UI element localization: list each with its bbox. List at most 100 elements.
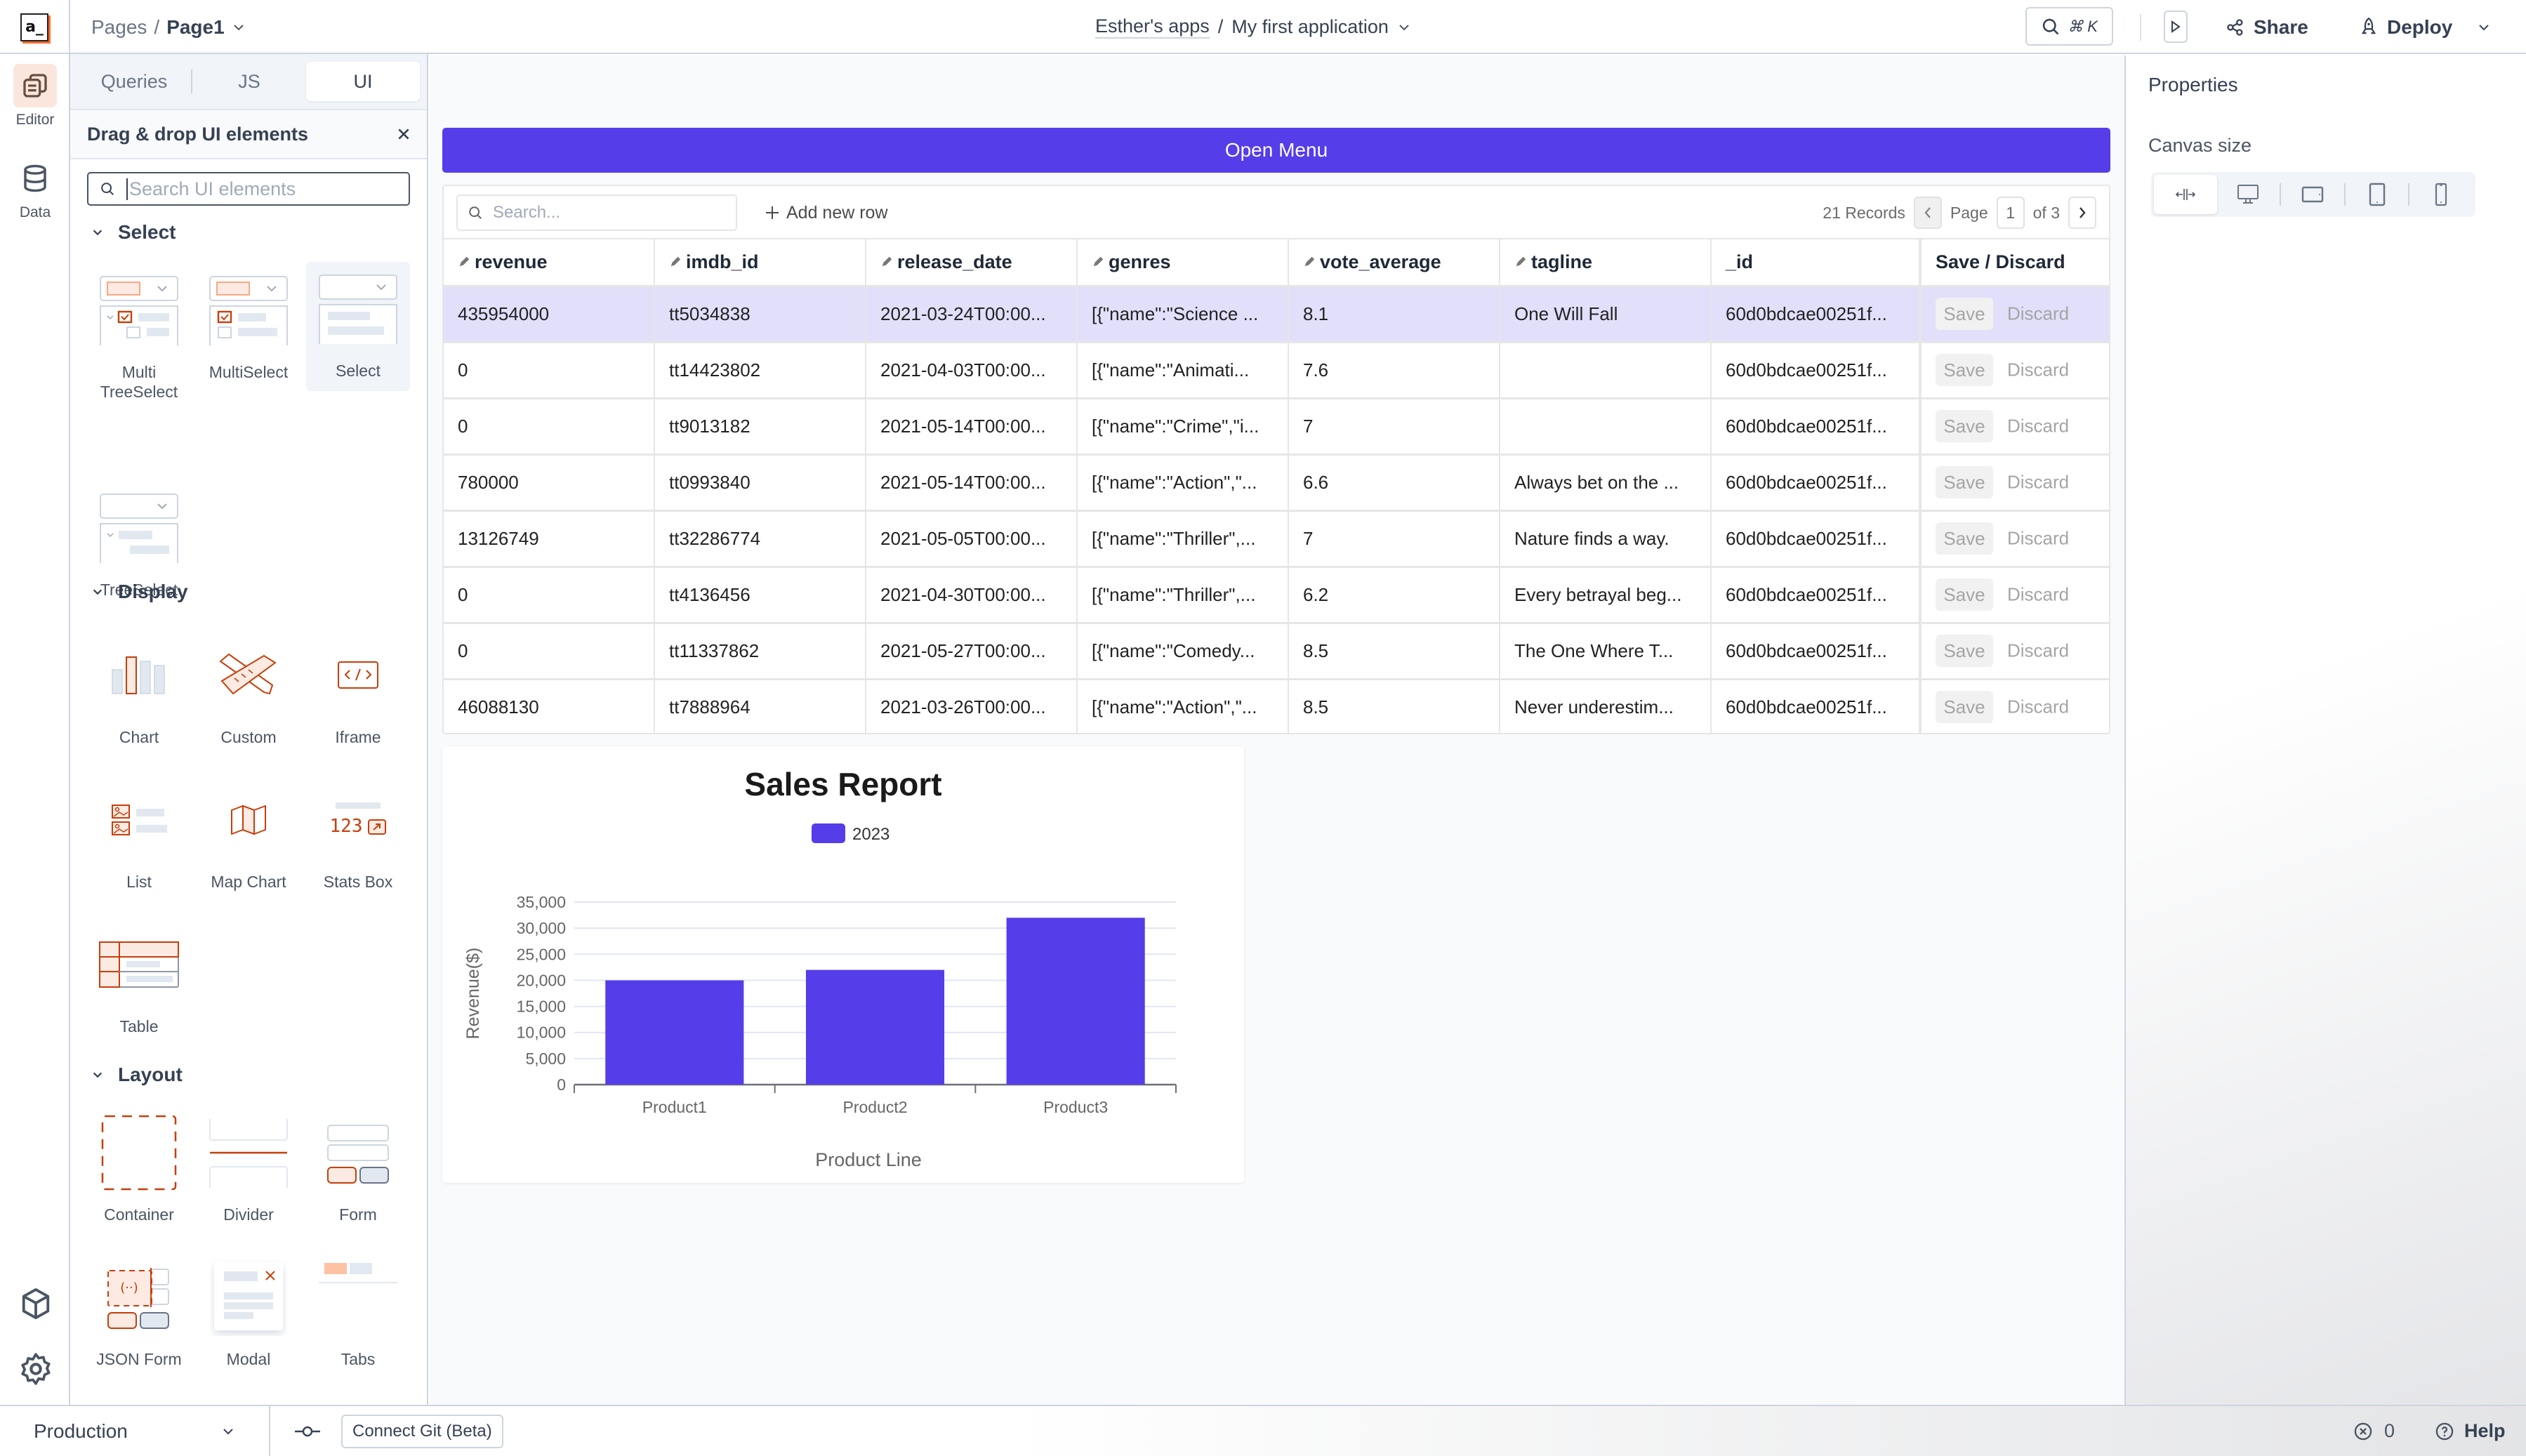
cell-release-date[interactable]: 2021-04-03T00:00... bbox=[866, 342, 1078, 399]
chart-widget[interactable]: Sales Report 2023 0 5,000 10,000 15,000 20,000… bbox=[442, 746, 1244, 1183]
chevron-down-icon[interactable] bbox=[1397, 20, 1411, 34]
cell-revenue[interactable]: 0 bbox=[444, 623, 655, 680]
canvas-size-fluid[interactable] bbox=[2154, 175, 2217, 214]
cell-tagline[interactable] bbox=[1500, 398, 1712, 456]
canvas-size-tablet-portrait[interactable] bbox=[2346, 175, 2409, 214]
column-header-genres[interactable]: genres bbox=[1077, 239, 1289, 287]
next-page-button[interactable] bbox=[2068, 197, 2096, 229]
widget-divider[interactable]: Divider bbox=[197, 1114, 300, 1225]
widget-modal[interactable]: Modal bbox=[197, 1259, 300, 1370]
cell-genres[interactable]: [{"name":"Thriller",... bbox=[1077, 510, 1289, 568]
cell-genres[interactable]: [{"name":"Science ... bbox=[1077, 286, 1289, 343]
cell-vote-average[interactable]: 7 bbox=[1288, 398, 1500, 456]
package-cube-icon[interactable] bbox=[20, 1287, 52, 1325]
cell-release-date[interactable]: 2021-05-14T00:00... bbox=[866, 454, 1078, 512]
cell-vote-average[interactable]: 8.5 bbox=[1288, 623, 1500, 680]
widget-custom[interactable]: Custom bbox=[197, 637, 300, 748]
cell-genres[interactable]: [{"name":"Comedy... bbox=[1077, 623, 1289, 680]
canvas-size-mobile[interactable] bbox=[2409, 175, 2473, 214]
row-save-button[interactable]: Save bbox=[1936, 466, 1993, 498]
app-logo[interactable]: a_ bbox=[20, 13, 48, 41]
table-row[interactable]: 0 tt11337862 2021-05-27T00:00... [{"name":"… bbox=[444, 623, 2109, 680]
cell-vote-average[interactable]: 8.1 bbox=[1288, 286, 1500, 343]
section-header-layout[interactable]: Layout bbox=[91, 1064, 183, 1086]
cell-release-date[interactable]: 2021-04-30T00:00... bbox=[866, 567, 1078, 624]
add-new-row-button[interactable]: Add new row bbox=[764, 194, 888, 231]
cell-revenue[interactable]: 0 bbox=[444, 567, 655, 624]
row-save-button[interactable]: Save bbox=[1936, 522, 1993, 555]
cell-imdb-id[interactable]: tt9013182 bbox=[654, 398, 866, 456]
cell-revenue[interactable]: 435954000 bbox=[444, 286, 655, 343]
widget-stats-box[interactable]: 123 Stats Box bbox=[306, 781, 410, 892]
share-button[interactable]: Share bbox=[2226, 0, 2308, 54]
cell-release-date[interactable]: 2021-05-14T00:00... bbox=[866, 398, 1078, 456]
breadcrumb-current-page[interactable]: Page1 bbox=[166, 16, 225, 39]
cell-tagline[interactable] bbox=[1500, 342, 1712, 399]
row-save-button[interactable]: Save bbox=[1936, 354, 1993, 386]
cell-genres[interactable]: [{"name":"Crime","i... bbox=[1077, 398, 1289, 456]
cell-imdb-id[interactable]: tt11337862 bbox=[654, 623, 866, 680]
cell-vote-average[interactable]: 7.6 bbox=[1288, 342, 1500, 399]
widget-json-form[interactable]: (··) JSON Form bbox=[87, 1259, 191, 1370]
page-number-input[interactable]: 1 bbox=[1996, 197, 2025, 229]
cell-vote-average[interactable]: 8.5 bbox=[1288, 679, 1500, 733]
column-header-vote-average[interactable]: vote_average bbox=[1288, 239, 1500, 287]
cell-imdb-id[interactable]: tt5034838 bbox=[654, 286, 866, 343]
column-header-imdb-id[interactable]: imdb_id bbox=[654, 239, 866, 287]
cell-vote-average[interactable]: 6.2 bbox=[1288, 567, 1500, 624]
widget-select[interactable]: Select bbox=[306, 262, 410, 391]
page-breadcrumb[interactable]: Pages / Page1 bbox=[91, 0, 246, 54]
column-header-tagline[interactable]: tagline bbox=[1500, 239, 1712, 287]
rail-item-data[interactable]: Data bbox=[0, 157, 70, 221]
widget-map-chart[interactable]: Map Chart bbox=[197, 781, 300, 892]
breadcrumb-root[interactable]: Pages bbox=[91, 16, 147, 39]
column-header-id[interactable]: _id bbox=[1711, 239, 1921, 287]
row-save-button[interactable]: Save bbox=[1936, 410, 1993, 442]
section-header-select[interactable]: Select bbox=[91, 221, 176, 244]
column-header-release-date[interactable]: release_date bbox=[866, 239, 1078, 287]
cell-tagline[interactable]: Never underestim... bbox=[1500, 679, 1712, 733]
row-discard-button[interactable]: Discard bbox=[2007, 640, 2069, 661]
cell-revenue[interactable]: 780000 bbox=[444, 454, 655, 512]
widget-chart[interactable]: Chart bbox=[87, 637, 191, 748]
cell-tagline[interactable]: One Will Fall bbox=[1500, 286, 1712, 343]
widget-iframe[interactable]: Iframe bbox=[306, 637, 410, 748]
workspace-link[interactable]: Esther's apps bbox=[1095, 15, 1210, 39]
row-save-button[interactable]: Save bbox=[1936, 578, 1993, 611]
cell-vote-average[interactable]: 7 bbox=[1288, 510, 1500, 568]
row-save-button[interactable]: Save bbox=[1936, 635, 1993, 667]
environment-selector[interactable]: Production bbox=[0, 1406, 270, 1456]
cell-tagline[interactable]: Nature finds a way. bbox=[1500, 510, 1712, 568]
chevron-down-icon[interactable] bbox=[232, 20, 246, 34]
cell-vote-average[interactable]: 6.6 bbox=[1288, 454, 1500, 512]
close-icon[interactable] bbox=[396, 126, 411, 142]
app-title[interactable]: Esther's apps / My first application bbox=[1095, 0, 1411, 54]
tab-queries[interactable]: Queries bbox=[77, 62, 191, 101]
cell-id[interactable]: 60d0bdcae00251f... bbox=[1711, 623, 1921, 680]
table-row[interactable]: 0 tt14423802 2021-04-03T00:00... [{"name":"… bbox=[444, 342, 2109, 399]
widget-multiselect[interactable]: MultiSelect bbox=[197, 272, 300, 383]
cell-genres[interactable]: [{"name":"Action","... bbox=[1077, 679, 1289, 733]
command-search-button[interactable]: ⌘ K bbox=[2025, 7, 2113, 46]
logo-cell[interactable]: a_ bbox=[0, 0, 70, 54]
canvas-size-desktop[interactable] bbox=[2217, 175, 2280, 214]
cell-id[interactable]: 60d0bdcae00251f... bbox=[1711, 286, 1921, 343]
cell-revenue[interactable]: 0 bbox=[444, 398, 655, 456]
cell-imdb-id[interactable]: tt32286774 bbox=[654, 510, 866, 568]
widget-list[interactable]: List bbox=[87, 781, 191, 892]
cell-id[interactable]: 60d0bdcae00251f... bbox=[1711, 679, 1921, 733]
cell-imdb-id[interactable]: tt7888964 bbox=[654, 679, 866, 733]
cell-imdb-id[interactable]: tt0993840 bbox=[654, 454, 866, 512]
cell-tagline[interactable]: Always bet on the ... bbox=[1500, 454, 1712, 512]
section-header-display[interactable]: Display bbox=[91, 581, 188, 603]
widget-multi-treeselect[interactable]: Multi TreeSelect bbox=[87, 272, 191, 402]
cell-id[interactable]: 60d0bdcae00251f... bbox=[1711, 342, 1921, 399]
connect-git-button[interactable]: Connect Git (Beta) bbox=[341, 1414, 503, 1448]
widget-table[interactable]: Table bbox=[87, 926, 191, 1037]
application-name[interactable]: My first application bbox=[1231, 16, 1389, 38]
cell-id[interactable]: 60d0bdcae00251f... bbox=[1711, 398, 1921, 456]
table-row[interactable]: 46088130 tt7888964 2021-03-26T00:00... [{"n… bbox=[444, 679, 2109, 733]
cell-tagline[interactable]: Every betrayal beg... bbox=[1500, 567, 1712, 624]
table-row[interactable]: 780000 tt0993840 2021-05-14T00:00... [{"nam… bbox=[444, 454, 2109, 512]
deploy-button[interactable]: Deploy bbox=[2359, 0, 2452, 54]
